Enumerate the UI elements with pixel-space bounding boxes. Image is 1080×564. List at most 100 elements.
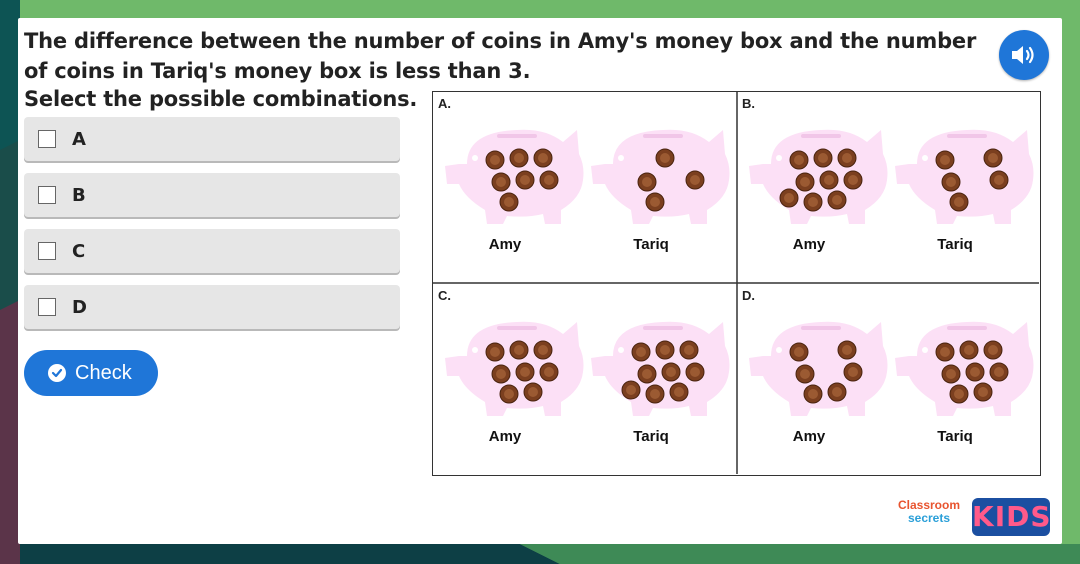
instruction-text: Select the possible combinations. [24,87,418,111]
coin [485,150,505,170]
coin [637,364,657,384]
coin [813,148,833,168]
pig-eye [776,347,782,353]
pig-eye [776,155,782,161]
coin [661,362,681,382]
logo-text-secrets: secrets [907,511,951,525]
coin [509,340,529,360]
panel-b: B. Amy Tariq [737,92,1040,283]
coin [935,150,955,170]
coin [959,340,979,360]
panel-c-letter: C. [438,288,451,303]
pig-name-amy: Amy [488,428,522,445]
option-a-checkbox[interactable] [38,130,56,148]
coin [789,342,809,362]
coin [983,340,1003,360]
check-button-label: Check [75,361,132,384]
logo-text-classroom: Classroom [897,498,961,512]
coin [837,340,857,360]
option-d-label: D [72,296,87,318]
coin [989,362,1009,382]
piggy-bank-grid: A. Amy Tariq B. Amy Tariq C. Amy Tariq D… [432,91,1041,476]
check-button[interactable]: Check [24,350,158,396]
coin [965,362,985,382]
coin [533,340,553,360]
coin [803,384,823,404]
coin [803,192,823,212]
option-d-checkbox[interactable] [38,298,56,316]
question-text: The difference between the number of coi… [24,29,977,83]
coin [949,192,969,212]
coin [499,384,519,404]
coin [655,340,675,360]
piggy-bank-right [591,321,730,416]
classroom-secrets-kids-logo: Classroom secrets KIDS [888,496,1054,538]
panel-d: D. Amy Tariq [737,284,1040,475]
option-b[interactable]: B [24,173,400,217]
coin [935,342,955,362]
coin [533,148,553,168]
coin [669,382,689,402]
piggy-bank-left [749,129,888,224]
logo-kids: KIDS [972,498,1051,536]
coin [837,148,857,168]
panel-a-letter: A. [438,96,451,111]
checkmark-icon [48,364,66,382]
coin-slot [643,326,683,330]
option-a-label: A [72,128,86,150]
pig-name-tariq: Tariq [633,428,669,445]
option-d[interactable]: D [24,285,400,329]
coin [631,342,651,362]
coin [645,384,665,404]
coin [941,364,961,384]
coin [485,342,505,362]
pig-name-tariq: Tariq [937,428,973,445]
piggy-bank-left [445,129,584,224]
pig-name-tariq: Tariq [633,236,669,253]
pig-eye [472,155,478,161]
coin [509,148,529,168]
coin [843,362,863,382]
piggy-bank-left [749,321,888,416]
piggy-bank-left [445,321,584,416]
coin [827,382,847,402]
coin [499,192,519,212]
option-b-label: B [72,184,86,206]
coin [795,364,815,384]
coin-slot [801,326,841,330]
coin [515,170,535,190]
panel-c: C. Amy Tariq [433,284,736,475]
coin-slot [497,134,537,138]
option-c[interactable]: C [24,229,400,273]
coin-slot [801,134,841,138]
audio-button[interactable] [999,30,1049,80]
coin [779,188,799,208]
panel-a: A. Amy Tariq [433,92,736,283]
panel-b-letter: B. [742,96,755,111]
option-b-checkbox[interactable] [38,186,56,204]
coin [655,148,675,168]
coin [843,170,863,190]
pig-eye [472,347,478,353]
coin [539,362,559,382]
panel-d-letter: D. [742,288,755,303]
coin [789,150,809,170]
speaker-icon [1012,46,1034,64]
coin [645,192,665,212]
option-c-checkbox[interactable] [38,242,56,260]
pig-name-tariq: Tariq [937,236,973,253]
coin-slot [947,326,987,330]
coin [523,382,543,402]
coin [973,382,993,402]
coin [685,362,705,382]
coin [983,148,1003,168]
pig-name-amy: Amy [792,428,826,445]
option-a[interactable]: A [24,117,400,161]
coin [989,170,1009,190]
pig-name-amy: Amy [792,236,826,253]
coin [621,380,641,400]
question-card: The difference between the number of coi… [18,18,1062,544]
coin [491,172,511,192]
coin-slot [947,134,987,138]
piggy-bank-right [591,129,730,224]
